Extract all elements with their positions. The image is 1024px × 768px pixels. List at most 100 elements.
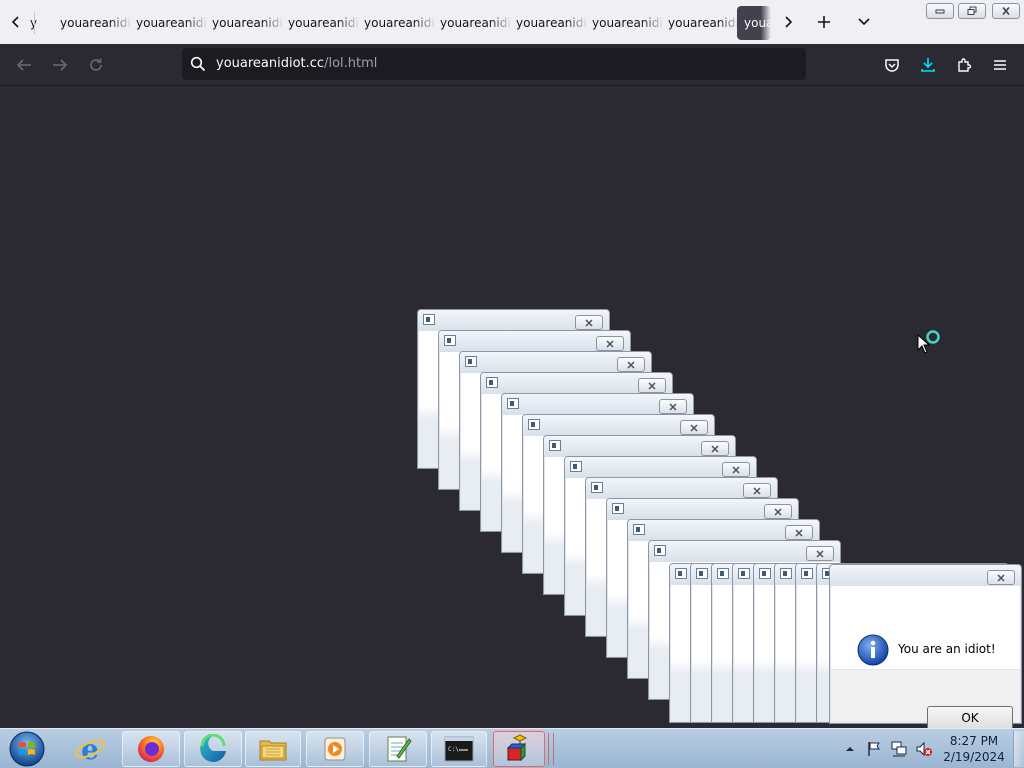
taskbar-notepad[interactable] [369, 731, 427, 767]
taskbar-active-app[interactable] [493, 731, 545, 767]
app-menu-button[interactable] [986, 52, 1014, 78]
minimize-button[interactable] [926, 3, 954, 19]
popup-title-bar[interactable] [544, 436, 735, 457]
window-app-icon [738, 568, 750, 579]
popup-title-bar[interactable] [481, 373, 672, 394]
popup-close-button[interactable] [596, 336, 624, 351]
search-icon [190, 56, 206, 72]
tab[interactable]: youareanidiot.cc [362, 6, 436, 40]
popup-close-button[interactable] [764, 504, 792, 519]
pocket-button[interactable] [878, 52, 906, 78]
extensions-button[interactable] [950, 52, 978, 78]
media-player-icon [324, 737, 346, 761]
svg-text:e: e [81, 733, 99, 765]
network-tray[interactable] [889, 731, 909, 767]
volume-tray[interactable] [914, 731, 934, 767]
url-bar[interactable]: youareanidiot.cc/lol.html [182, 48, 806, 80]
window-app-icon [675, 568, 687, 579]
popup-close-button[interactable] [701, 441, 729, 456]
start-button[interactable] [4, 731, 50, 767]
firefox-icon [138, 736, 164, 762]
system-clock[interactable]: 8:27 PM 2/19/2024 [940, 733, 1008, 765]
tab-label: youareanidiot.cc [60, 16, 132, 30]
tab[interactable]: youareanidiot.cc [590, 6, 664, 40]
tab-label: youareanidiot.cc [212, 16, 284, 30]
close-icon [997, 573, 1005, 582]
tab-label: youareanidiot.cc [364, 16, 436, 30]
downloads-button[interactable] [914, 52, 942, 78]
taskbar-firefox[interactable] [122, 731, 180, 767]
reload-button[interactable] [82, 52, 110, 78]
scroll-tabs-right-button[interactable] [775, 10, 801, 34]
new-tab-button[interactable] [811, 10, 837, 34]
popup-title-bar[interactable] [502, 394, 693, 415]
dialog-close-button[interactable] [987, 570, 1015, 585]
back-button[interactable] [10, 52, 38, 78]
forward-button[interactable] [46, 52, 74, 78]
busy-spinner-icon [926, 330, 940, 344]
popup-close-button[interactable] [785, 525, 813, 540]
3d-shapes-icon [506, 734, 528, 762]
taskbar-command-prompt[interactable]: C:\ [431, 731, 487, 767]
taskbar-file-explorer[interactable] [245, 731, 301, 767]
restore-button[interactable] [958, 3, 986, 19]
dialog-title-bar[interactable] [830, 565, 1021, 586]
tab[interactable]: youareanidiot.cc [58, 6, 132, 40]
internet-explorer-icon: e [75, 733, 105, 765]
popup-close-button[interactable] [743, 483, 771, 498]
tab[interactable]: youareanidiot.cc [134, 6, 208, 40]
tab[interactable]: youareanidiot.cc [438, 6, 512, 40]
show-desktop-button[interactable] [1013, 731, 1024, 767]
popup-title-bar[interactable] [523, 415, 714, 436]
dialog-body: You are an idiot! OK [831, 586, 1020, 730]
scroll-tabs-left-button[interactable] [2, 10, 30, 34]
arrow-right-icon [53, 59, 68, 71]
popup-title-bar[interactable] [418, 310, 609, 331]
tab[interactable]: youareanidiot.cc [514, 6, 588, 40]
tab[interactable]: youareanidiot.cc [210, 6, 284, 40]
popup-close-button[interactable] [638, 378, 666, 393]
popup-title-bar[interactable] [565, 457, 756, 478]
window-app-icon [444, 335, 456, 346]
url-path: /lol.html [324, 56, 378, 71]
popup-close-button[interactable] [659, 399, 687, 414]
window-app-icon [612, 503, 624, 514]
plus-icon [818, 16, 830, 28]
window-app-icon [507, 398, 519, 409]
tab-strip: youareanidiot.cc youareanidiot.cc youarea… [0, 0, 1024, 44]
popup-title-bar[interactable] [439, 331, 630, 352]
tab[interactable]: youareanidiot.cc [666, 6, 740, 40]
show-hidden-icons-button[interactable] [842, 731, 858, 767]
popup-title-bar[interactable] [586, 478, 777, 499]
taskbar-media-player[interactable] [306, 731, 364, 767]
popup-title-bar[interactable] [628, 520, 819, 541]
download-icon [921, 58, 935, 72]
popup-close-button[interactable] [617, 357, 645, 372]
tab[interactable]: youareanidiot.cc [286, 6, 360, 40]
taskbar-internet-explorer[interactable]: e [66, 731, 114, 767]
window-app-icon [696, 568, 708, 579]
tab-active[interactable]: youareanidiot.cc [737, 6, 771, 40]
list-all-tabs-button[interactable] [851, 10, 877, 34]
ok-button[interactable]: OK [927, 706, 1013, 730]
popup-title-bar[interactable] [460, 352, 651, 373]
taskbar-edge[interactable] [184, 731, 242, 767]
popup-close-button[interactable] [575, 315, 603, 330]
window-app-icon [465, 356, 477, 367]
popup-title-bar[interactable] [607, 499, 798, 520]
chevron-up-icon [846, 747, 854, 751]
close-window-button[interactable] [992, 3, 1020, 19]
window-app-icon [780, 568, 792, 579]
action-center-tray[interactable] [864, 731, 884, 767]
tab-label: youareanidiot.cc [668, 16, 740, 30]
popup-close-button[interactable] [680, 420, 708, 435]
popup-close-button[interactable] [722, 462, 750, 477]
popup-close-button[interactable] [806, 546, 834, 561]
dialog-message: You are an idiot! [898, 642, 996, 656]
popup-title-bar[interactable] [649, 541, 840, 562]
window-app-icon [549, 440, 561, 451]
alert-dialog[interactable]: You are an idiot! OK [829, 564, 1022, 730]
chevron-down-icon [858, 18, 870, 26]
puzzle-icon [958, 58, 972, 72]
window-app-icon [633, 524, 645, 535]
